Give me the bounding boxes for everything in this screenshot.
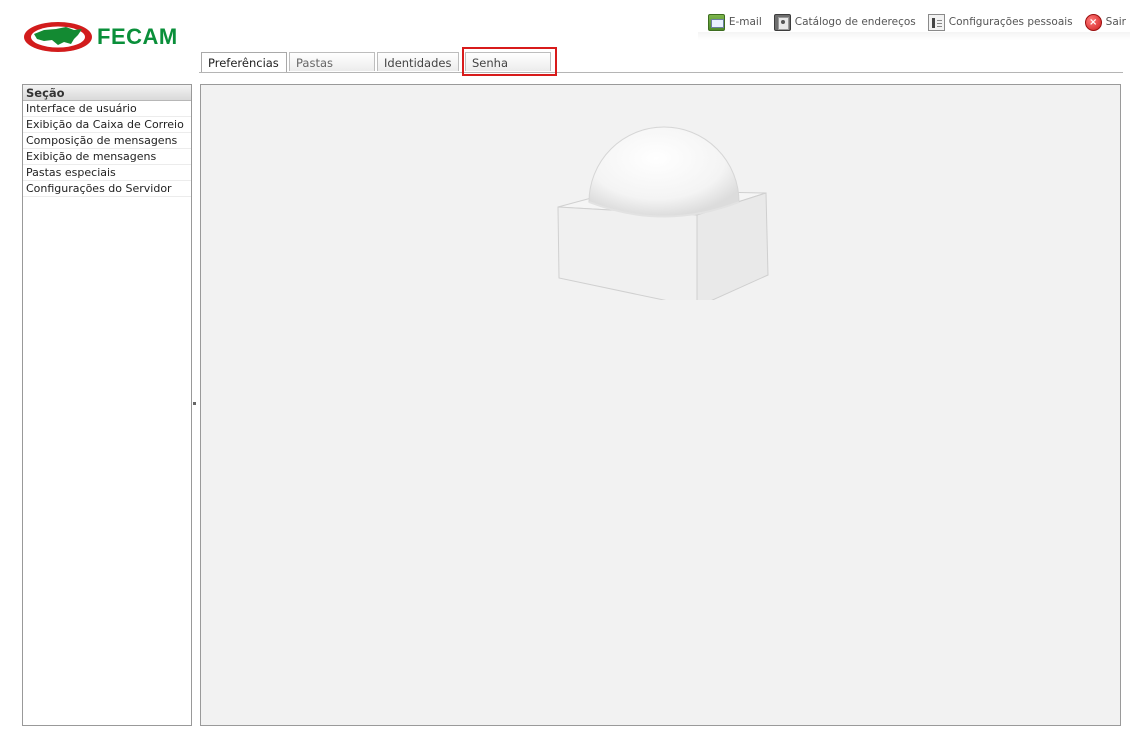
fecam-logo: FECAM (22, 20, 202, 54)
personal-settings-link-label: Configurações pessoais (948, 16, 1073, 28)
tab-password[interactable]: Senha (465, 52, 551, 71)
splitter-grip-icon (193, 402, 196, 405)
tab-identities[interactable]: Identidades (377, 52, 459, 71)
section-item-user-interface[interactable]: Interface de usuário (23, 101, 191, 117)
brand-name: FECAM (97, 24, 178, 49)
address-book-icon (773, 13, 791, 31)
address-book-link[interactable]: Catálogo de endereços (773, 13, 916, 31)
address-book-link-label: Catálogo de endereços (794, 16, 916, 28)
section-list: Seção Interface de usuário Exibição da C… (22, 84, 192, 726)
settings-tabs: Preferências Pastas Identidades Senha (199, 48, 1123, 73)
section-list-header: Seção (23, 85, 191, 101)
taskbar: E-mail Catálogo de endereços Configuraçõ… (697, 12, 1130, 40)
section-item-message-composition[interactable]: Composição de mensagens (23, 133, 191, 149)
tab-preferences[interactable]: Preferências (201, 52, 287, 72)
logout-link-label: Sair (1105, 16, 1126, 28)
tab-folders[interactable]: Pastas (289, 52, 375, 71)
section-item-message-view[interactable]: Exibição de mensagens (23, 149, 191, 165)
preferences-content-frame (200, 84, 1121, 726)
settings-icon (927, 13, 945, 31)
personal-settings-link[interactable]: Configurações pessoais (927, 13, 1073, 31)
exit-icon: × (1084, 13, 1102, 31)
section-item-mailbox-view[interactable]: Exibição da Caixa de Correio (23, 117, 191, 133)
email-link[interactable]: E-mail (707, 13, 762, 31)
email-link-label: E-mail (728, 16, 762, 28)
fecam-emblem-icon (24, 22, 92, 52)
watermark-logo-icon (557, 126, 769, 300)
section-item-special-folders[interactable]: Pastas especiais (23, 165, 191, 181)
panel-splitter[interactable] (192, 84, 200, 726)
logout-link[interactable]: × Sair (1084, 13, 1126, 31)
mail-icon (707, 13, 725, 31)
section-item-server-settings[interactable]: Configurações do Servidor (23, 181, 191, 197)
